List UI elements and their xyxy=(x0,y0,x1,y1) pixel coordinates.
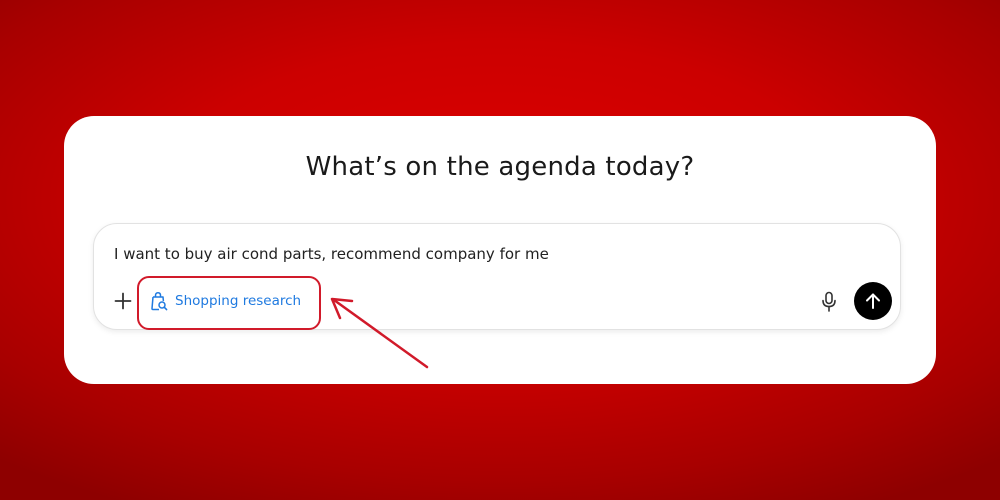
voice-input-button[interactable] xyxy=(818,290,840,314)
add-attachment-button[interactable] xyxy=(112,290,134,312)
prompt-composer[interactable]: I want to buy air cond parts, recommend … xyxy=(93,223,901,330)
shopping-research-chip[interactable]: Shopping research xyxy=(149,288,301,314)
shopping-research-label: Shopping research xyxy=(175,293,302,309)
shopping-bag-search-icon xyxy=(149,291,168,311)
chat-home-card: What’s on the agenda today? I want to bu… xyxy=(64,116,936,384)
send-button[interactable] xyxy=(854,282,892,320)
page-title: What’s on the agenda today? xyxy=(305,152,695,182)
prompt-input[interactable]: I want to buy air cond parts, recommend … xyxy=(114,245,549,263)
plus-icon xyxy=(114,292,132,310)
arrow-up-icon xyxy=(866,293,880,309)
microphone-icon xyxy=(822,291,836,312)
